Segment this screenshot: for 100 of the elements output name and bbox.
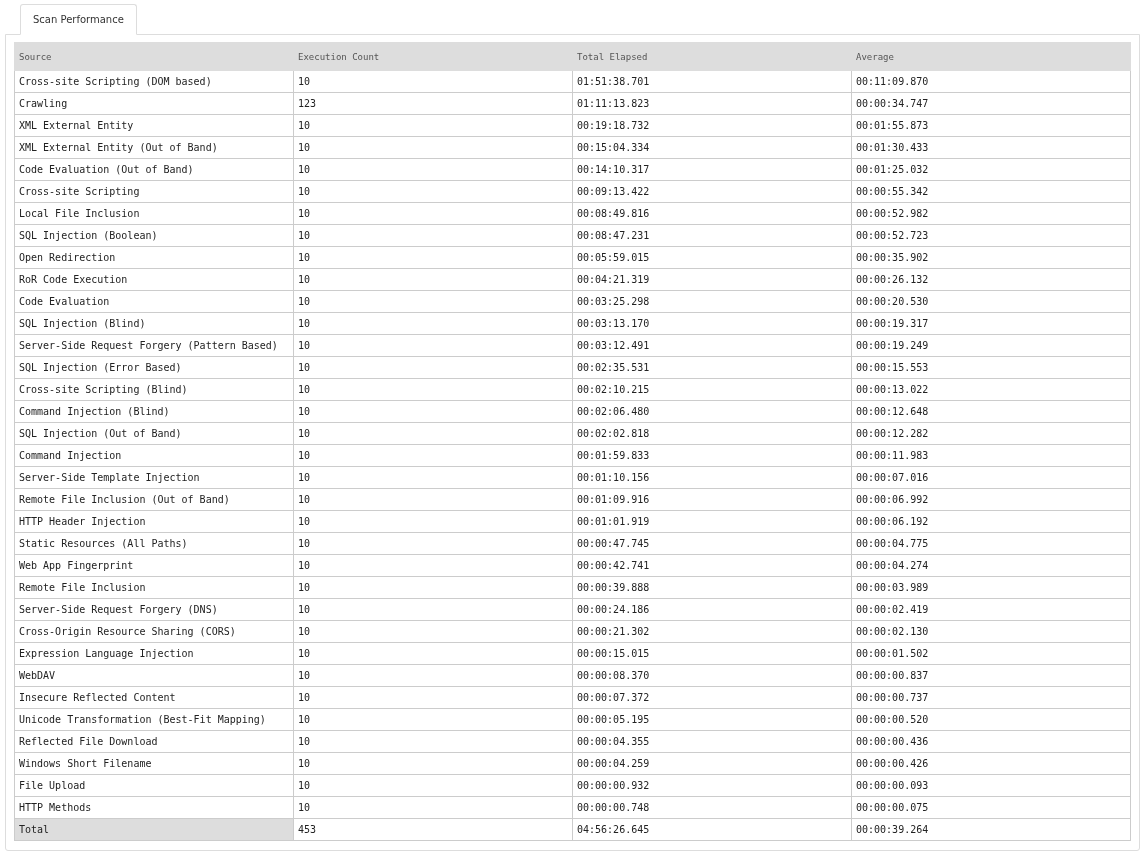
table-cell: 10 [293,532,573,555]
table-cell: SQL Injection (Out of Band) [14,422,294,445]
table-cell: 00:11:09.870 [851,70,1131,93]
table-cell: Static Resources (All Paths) [14,532,294,555]
table-cell: 10 [293,378,573,401]
table-cell: 00:00:34.747 [851,92,1131,115]
table-cell: 10 [293,268,573,291]
table-cell: Code Evaluation (Out of Band) [14,158,294,181]
table-cell: Command Injection (Blind) [14,400,294,423]
table-cell: 00:09:13.422 [572,180,852,203]
table-cell: Remote File Inclusion (Out of Band) [14,488,294,511]
table-cell: 00:00:15.015 [572,642,852,665]
table-cell: 10 [293,554,573,577]
table-cell: 00:00:01.502 [851,642,1131,665]
table-cell: 10 [293,576,573,599]
tab[interactable]: Scan Performance [20,4,137,35]
table-cell: Remote File Inclusion [14,576,294,599]
table-cell: HTTP Header Injection [14,510,294,533]
table-cell: 00:08:49.816 [572,202,852,225]
table-cell: 00:02:02.818 [572,422,852,445]
table-cell: HTTP Methods [14,796,294,819]
table-cell: 00:00:03.989 [851,576,1131,599]
table-cell: XML External Entity [14,114,294,137]
table-cell: 00:04:21.319 [572,268,852,291]
table-cell: 00:02:06.480 [572,400,852,423]
table-cell: 10 [293,224,573,247]
table-cell: Web App Fingerprint [14,554,294,577]
table-cell: 10 [293,774,573,797]
table-cell: 00:00:07.372 [572,686,852,709]
column-header: Source [14,42,294,71]
table-cell: 00:00:04.259 [572,752,852,775]
table-cell: Cross-site Scripting (DOM based) [14,70,294,93]
table-cell: 10 [293,466,573,489]
table-cell: 00:00:07.016 [851,466,1131,489]
table-cell: RoR Code Execution [14,268,294,291]
table-cell: Local File Inclusion [14,202,294,225]
table-cell: 00:01:09.916 [572,488,852,511]
total-cell: 00:00:39.264 [851,818,1131,841]
table-cell: 10 [293,664,573,687]
table-cell: Cross-site Scripting (Blind) [14,378,294,401]
table-cell: 00:00:04.775 [851,532,1131,555]
table-cell: Expression Language Injection [14,642,294,665]
table-cell: 00:00:00.426 [851,752,1131,775]
table-cell: 10 [293,686,573,709]
table-cell: 10 [293,796,573,819]
table-cell: 00:00:42.741 [572,554,852,577]
table-cell: 00:00:06.192 [851,510,1131,533]
table-cell: 10 [293,510,573,533]
table-cell: Cross-Origin Resource Sharing (CORS) [14,620,294,643]
table-cell: Server-Side Request Forgery (DNS) [14,598,294,621]
table-cell: 10 [293,422,573,445]
table-cell: 00:01:55.873 [851,114,1131,137]
column-header: Average [851,42,1131,71]
table-cell: Open Redirection [14,246,294,269]
table-cell: 10 [293,136,573,159]
table-cell: 00:00:00.436 [851,730,1131,753]
table-cell: 00:00:20.530 [851,290,1131,313]
table-cell: 00:00:21.302 [572,620,852,643]
table-cell: 10 [293,312,573,335]
table-cell: 00:00:19.249 [851,334,1131,357]
table-cell: Windows Short Filename [14,752,294,775]
table-cell: 00:01:01.919 [572,510,852,533]
table-cell: 10 [293,598,573,621]
table-cell: 01:11:13.823 [572,92,852,115]
table-cell: Crawling [14,92,294,115]
table-cell: 10 [293,180,573,203]
table-cell: 10 [293,114,573,137]
table-cell: Unicode Transformation (Best-Fit Mapping) [14,708,294,731]
table-cell: 10 [293,70,573,93]
table-cell: 00:00:00.075 [851,796,1131,819]
table-cell: 00:00:12.648 [851,400,1131,423]
table-cell: 00:00:04.274 [851,554,1131,577]
table-cell: 10 [293,400,573,423]
table-cell: 00:03:13.170 [572,312,852,335]
table-cell: 00:00:00.093 [851,774,1131,797]
table-cell: 00:00:19.317 [851,312,1131,335]
table-cell: 00:00:39.888 [572,576,852,599]
table-cell: 00:02:10.215 [572,378,852,401]
table-cell: Reflected File Download [14,730,294,753]
table-cell: 10 [293,752,573,775]
table-cell: File Upload [14,774,294,797]
table-cell: 10 [293,620,573,643]
table-cell: 00:01:30.433 [851,136,1131,159]
table-cell: 10 [293,334,573,357]
table-cell: 10 [293,356,573,379]
table-cell: 00:01:25.032 [851,158,1131,181]
table-cell: 00:02:35.531 [572,356,852,379]
table-cell: 10 [293,444,573,467]
table-cell: 10 [293,708,573,731]
table-cell: 10 [293,158,573,181]
table-cell: 00:01:59.833 [572,444,852,467]
table-cell: 00:03:25.298 [572,290,852,313]
table-cell: 00:00:35.902 [851,246,1131,269]
table-cell: Server-Side Template Injection [14,466,294,489]
table-cell: 00:00:05.195 [572,708,852,731]
table-cell: 00:00:13.022 [851,378,1131,401]
table-cell: 00:01:10.156 [572,466,852,489]
table-cell: 00:00:00.932 [572,774,852,797]
table-cell: 00:00:52.982 [851,202,1131,225]
table-cell: 01:51:38.701 [572,70,852,93]
